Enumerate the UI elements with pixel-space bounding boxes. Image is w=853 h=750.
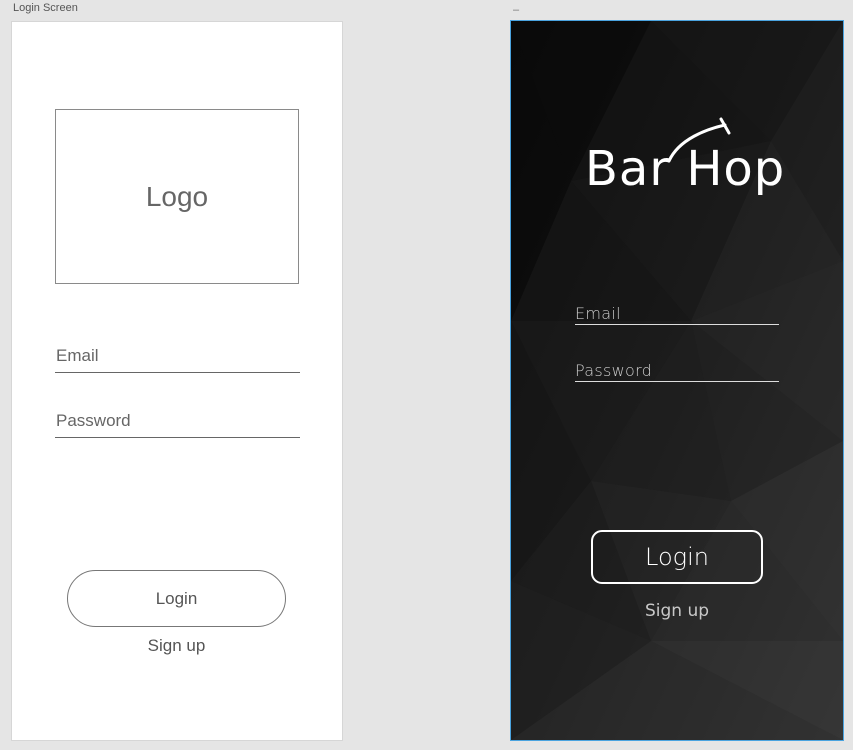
artboard-label-login-screen[interactable]: Login Screen: [13, 2, 78, 14]
artboard-label-mockup[interactable]: –: [513, 4, 519, 16]
logo-placeholder: Logo: [55, 109, 299, 284]
signup-link[interactable]: Sign up: [67, 636, 286, 656]
login-button[interactable]: Login: [67, 570, 286, 627]
email-field[interactable]: Email: [55, 346, 300, 373]
mockup-login-button[interactable]: Login: [591, 530, 763, 584]
mockup-email-label: Email: [575, 304, 621, 323]
mockup-password-field[interactable]: Password: [575, 361, 779, 382]
mockup-email-field[interactable]: Email: [575, 304, 779, 325]
password-field[interactable]: Password: [55, 411, 300, 438]
mockup-signup-link[interactable]: Sign up: [591, 601, 763, 621]
mockup-password-label: Password: [575, 361, 653, 380]
wireframe-artboard[interactable]: Logo Email Password Login Sign up: [11, 21, 343, 741]
password-field-label: Password: [56, 411, 131, 430]
login-button-label: Login: [155, 588, 198, 608]
mockup-login-label: Login: [645, 543, 709, 571]
logo-placeholder-label: Logo: [145, 180, 209, 212]
mockup-artboard[interactable]: Bar Hop Email Password Login Sign up: [510, 20, 844, 741]
email-field-label: Email: [56, 346, 99, 365]
